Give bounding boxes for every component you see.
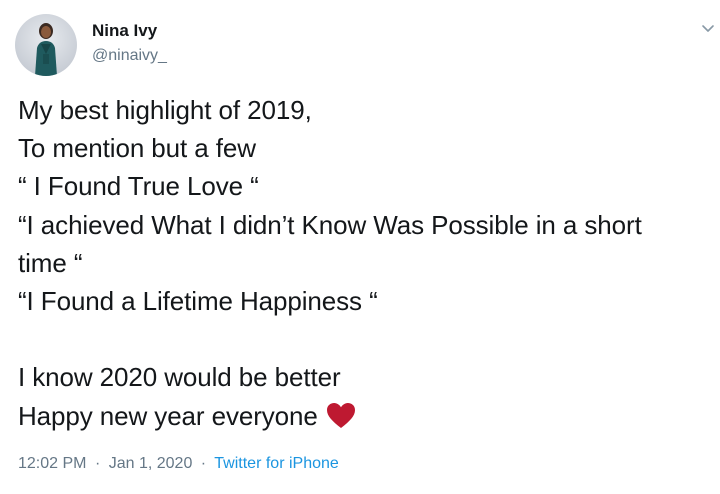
avatar[interactable] [15, 14, 77, 76]
tweet-line: To mention but a few [18, 133, 256, 164]
tweet-line: “I Found a Lifetime Happiness “ [18, 285, 378, 316]
tweet-line: “ I Found True Love “ [18, 171, 259, 202]
tweet-line: “I achieved What I didn’t Know Was Possi… [18, 209, 642, 240]
red-heart-icon [326, 402, 356, 429]
meta-separator: · [200, 455, 207, 472]
author-handle[interactable]: @ninaivy_ [92, 46, 167, 65]
tweet-line: I know 2020 would be better [18, 362, 341, 393]
tweet-line-text: Happy new year everyone [18, 400, 318, 431]
author-name[interactable]: Nina Ivy [92, 21, 157, 41]
chevron-down-icon[interactable] [700, 22, 716, 36]
tweet-time[interactable]: 12:02 PM [18, 455, 86, 472]
tweet-line: My best highlight of 2019, [18, 95, 312, 125]
meta-separator: · [94, 455, 101, 472]
tweet-source-link[interactable]: Twitter for iPhone [214, 455, 339, 472]
tweet-date[interactable]: Jan 1, 2020 [109, 455, 193, 472]
tweet-meta: 12:02 PM · Jan 1, 2020 · Twitter for iPh… [18, 454, 339, 474]
tweet-card: Nina Ivy @ninaivy_ My best highlight of … [0, 0, 720, 494]
tweet-line: time “ [18, 247, 83, 278]
tweet-line-last: Happy new year everyone [18, 397, 708, 435]
avatar-image [35, 23, 57, 76]
tweet-text: My best highlight of 2019, To mention bu… [18, 91, 708, 435]
